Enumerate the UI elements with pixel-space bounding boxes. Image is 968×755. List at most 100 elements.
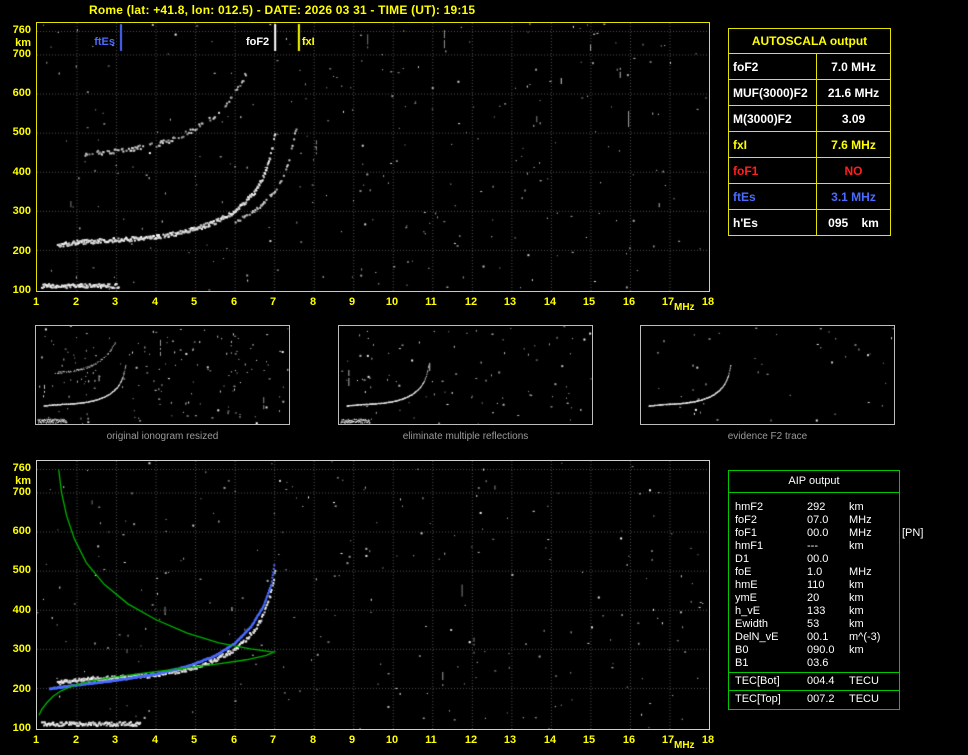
aip-row: foF1 00.0 MHz [PN] [729,527,923,540]
aip-row-unit: MHz [849,566,872,578]
profile-ionogram-x-tick: 10 [385,734,399,746]
aip-row-unit: MHz [849,527,872,539]
main-ionogram-y-tick: 500 [12,126,31,138]
main-ionogram-y-tick: 600 [12,87,31,99]
aip-row-unit: km [849,618,864,630]
aip-row-label: B1 [735,657,749,669]
aip-row-unit: km [849,540,864,552]
main-ionogram-x-tick: 16 [622,296,636,308]
profile-ionogram-y-tick: 500 [12,564,31,576]
thumbnail-eliminate-reflections [338,325,593,425]
aip-row: B1 03.6 [729,657,899,670]
aip-row: D1 00.0 [729,553,899,566]
thumbnail-evidence-f2-trace [640,325,895,425]
aip-row-value: 00.0 [807,553,829,565]
aip-separator [729,672,899,673]
main-ionogram-x-tick: 8 [309,296,317,308]
aip-header: AIP output [729,471,899,493]
aip-tec-row: TEC[Top] 007.2 TECU [729,693,899,706]
aip-row-value: 090.0 [807,644,835,656]
main-ionogram-x-tick: 10 [385,296,399,308]
marker-label-fxI: fxI [301,36,315,48]
aip-row: h_vE 133 km [729,605,899,618]
autoscala-row-value: 7.6 MHz [816,131,891,158]
aip-row-value: 07.0 [807,514,829,526]
main-ionogram-y-tick: 100 [12,284,31,296]
profile-ionogram-x-unit: MHz [674,740,695,751]
profile-ionogram-x-tick: 7 [269,734,277,746]
aip-row-label: h_vE [735,605,761,617]
thumbnail-original-ionogram-canvas [36,326,289,424]
thumbnail-evidence-f2-trace-canvas [641,326,894,424]
aip-row-label: Ewidth [735,618,769,630]
main-ionogram-x-tick: 3 [111,296,119,308]
aip-row-unit: km [849,644,864,656]
main-ionogram-y-tick: 760 [12,24,31,36]
profile-ionogram-x-tick: 6 [230,734,238,746]
aip-row-unit: km [849,592,864,604]
thumbnail-original-ionogram [35,325,290,425]
autoscala-row-label: foF1 [728,157,817,184]
marker-label-ftEs: ftEs [94,36,116,48]
aip-row-label: DelN_vE [735,631,779,643]
profile-ionogram-x-tick: 3 [111,734,119,746]
autoscala-row-value: 095 km [816,209,891,236]
aip-row-value: 292 [807,501,826,513]
aip-row-label: foF1 [735,527,758,539]
profile-ionogram-y-tick: 700 [12,486,31,498]
profile-ionogram-x-tick: 11 [425,734,437,746]
marker-label-foF2: foF2 [245,36,270,48]
aip-row-unit: km [849,501,864,513]
main-ionogram-x-tick: 9 [348,296,356,308]
autoscala-row-label: h'Es [728,209,817,236]
profile-ionogram-y-tick: 600 [12,525,31,537]
profile-ionogram-canvas [37,461,709,729]
aip-row-unit: m^(-3) [849,631,881,643]
profile-ionogram-x-tick: 12 [464,734,478,746]
main-ionogram-x-tick: 2 [72,296,80,308]
aip-row-unit: TECU [849,675,879,687]
aip-row: foF2 07.0 MHz [729,514,899,527]
aip-row-unit: km [849,605,864,617]
aip-row-value: 110 [807,579,825,591]
main-ionogram-x-tick: 1 [32,296,40,308]
aip-row-label: D1 [735,553,750,565]
profile-ionogram-x-tick: 15 [582,734,596,746]
aip-row: foE 1.0 MHz [729,566,899,579]
profile-ionogram-x-tick: 9 [348,734,356,746]
aip-row-label: TEC[Bot] [735,675,780,687]
profile-ionogram-x-tick: 14 [543,734,557,746]
profile-ionogram-y-tick: 300 [12,643,31,655]
profile-ionogram-x-tick: 8 [309,734,317,746]
profile-ionogram-y-tick: 400 [12,604,31,616]
aip-row-value: 53 [807,618,820,630]
profile-ionogram-x-tick: 4 [151,734,159,746]
aip-separator [729,690,899,691]
autoscala-row-label: fxI [728,131,817,158]
autoscala-row-label: MUF(3000)F2 [728,79,817,106]
aip-row-label: hmF1 [735,540,764,552]
profile-ionogram-y-tick: 200 [12,683,31,695]
profile-ionogram-y-tick: 100 [12,722,31,734]
aip-row: hmF1 --- km [729,540,899,553]
autoscala-row-label: foF2 [728,53,817,80]
aip-output-table: AIP output hmF2 292 km foF2 07.0 MHz foF1 00.… [728,470,923,710]
main-ionogram-y-tick: 200 [12,245,31,257]
main-ionogram-canvas [37,23,709,291]
aip-row: DelN_vE 00.1 m^(-3) [729,631,899,644]
thumbnail-eliminate-reflections-canvas [339,326,592,424]
aip-row-label: hmE [735,579,758,591]
aip-tec-row: TEC[Bot] 004.4 TECU [729,675,899,688]
profile-ionogram-x-tick: 1 [32,734,40,746]
autoscala-row-value: 21.6 MHz [816,79,891,106]
thumbnail-caption: eliminate multiple reflections [402,431,529,442]
main-ionogram-x-tick: 5 [190,296,198,308]
profile-ionogram-x-tick: 5 [190,734,198,746]
profile-ionogram-x-tick: 13 [503,734,517,746]
aip-row-unit: MHz [849,514,872,526]
main-ionogram-x-tick: 4 [151,296,159,308]
main-ionogram-x-tick: 13 [503,296,517,308]
main-ionogram-x-tick: 7 [269,296,277,308]
aip-row-label: ymE [735,592,757,604]
main-ionogram-x-unit: MHz [674,302,695,313]
